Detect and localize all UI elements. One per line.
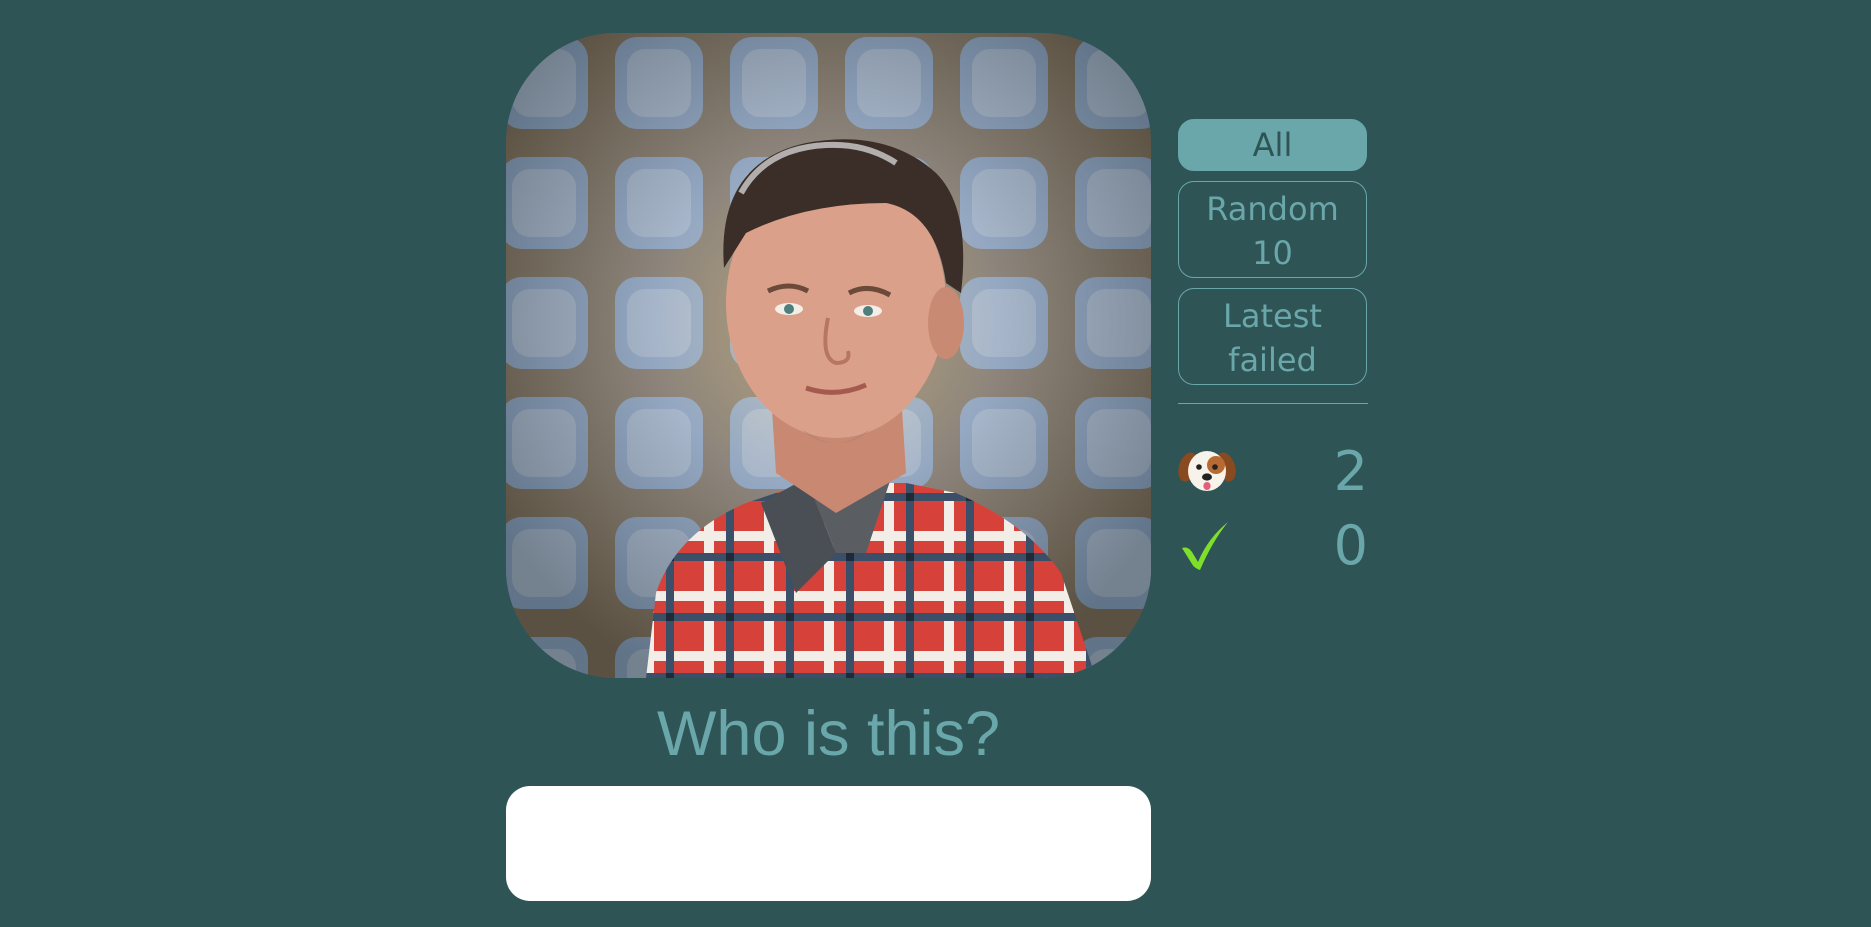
mode-all-button[interactable]: All	[1178, 119, 1367, 171]
portrait-image	[506, 33, 1151, 678]
person-portrait	[506, 33, 1151, 678]
quiz-question: Who is this?	[656, 699, 1001, 769]
answer-input[interactable]	[506, 786, 1151, 901]
mode-random-10-button[interactable]: Random 10	[1178, 181, 1367, 278]
quiz-screen: Who is this? All Random 10 Latest failed	[0, 0, 1871, 927]
wrong-count: 2	[1333, 440, 1368, 503]
puppy-face-icon	[1178, 441, 1236, 499]
wrong-count-row: 2	[1178, 438, 1368, 512]
correct-count: 0	[1333, 514, 1368, 577]
mode-sidebar: All Random 10 Latest failed 2 0	[1178, 119, 1368, 586]
mode-latest-failed-button[interactable]: Latest failed	[1178, 288, 1367, 385]
correct-count-row: 0	[1178, 512, 1368, 586]
check-mark-icon	[1178, 516, 1236, 574]
sidebar-divider	[1178, 403, 1368, 404]
